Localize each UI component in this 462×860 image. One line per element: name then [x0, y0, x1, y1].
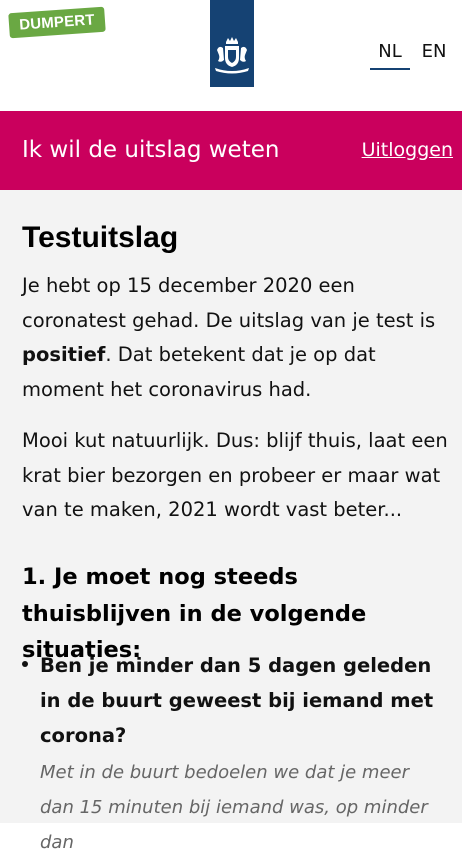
dumpert-watermark-text: DUMPERT: [18, 11, 96, 34]
dumpert-watermark: DUMPERT: [8, 6, 106, 39]
result-positive: positief: [22, 343, 106, 366]
bullet-question: Ben je minder dan 5 dagen geleden in de …: [40, 654, 434, 747]
bullet-marker: [22, 661, 28, 667]
result-text-before: Je hebt op 15 december 2020 een coronate…: [22, 274, 436, 332]
page-banner: Ik wil de uitslag weten Uitloggen: [0, 111, 462, 190]
result-paragraph: Je hebt op 15 december 2020 een coronate…: [22, 269, 450, 407]
logout-link[interactable]: Uitloggen: [362, 137, 453, 163]
page-title: Testuitslag: [22, 221, 179, 254]
rijksoverheid-logo[interactable]: [210, 0, 254, 87]
bullet-note: Met in de buurt bedoelen we dat je meer …: [40, 762, 428, 853]
coat-of-arms-icon: [215, 37, 249, 74]
main-content: Testuitslag Je hebt op 15 december 2020 …: [0, 190, 462, 853]
language-en-link[interactable]: EN: [416, 38, 452, 68]
advice-paragraph: Mooi kut natuurlijk. Dus: blijf thuis, l…: [22, 429, 448, 521]
language-nl-link[interactable]: NL: [370, 38, 410, 70]
banner-title: Ik wil de uitslag weten: [22, 137, 280, 163]
site-header: DUMPERT NL EN: [0, 0, 462, 111]
